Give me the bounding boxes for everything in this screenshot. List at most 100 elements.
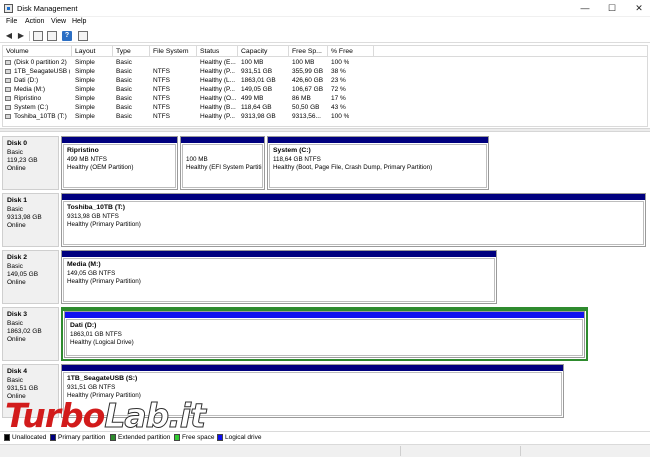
volume-row[interactable]: System (C:) Simple Basic NTFS Healthy (B…: [3, 103, 647, 112]
disk-info[interactable]: Disk 1 Basic 9313,98 GB Online: [2, 193, 59, 247]
cell-type: Basic: [116, 59, 132, 66]
partition-ripristino[interactable]: Ripristino 499 MB NTFS Healthy (OEM Part…: [61, 136, 178, 190]
toolbar-separator: [29, 31, 30, 41]
help-icon[interactable]: ?: [62, 31, 72, 41]
cell-capacity: 9313,98 GB: [241, 113, 276, 120]
column-divider[interactable]: [327, 46, 328, 57]
cell-capacity: 931,51 GB: [241, 68, 273, 75]
cell-volume: 1TB_SeagateUSB (...: [14, 68, 70, 75]
cell-layout: Simple: [75, 86, 95, 93]
cell-free-space: 106,67 GB: [292, 86, 324, 93]
cell-type: Basic: [116, 95, 132, 102]
disk-type: Basic: [7, 320, 23, 327]
cell-free-space: 355,99 GB: [292, 68, 324, 75]
menu-action[interactable]: Action: [25, 18, 44, 25]
partition-efi[interactable]: 100 MB Healthy (EFI System Partition): [180, 136, 265, 190]
volume-row[interactable]: Media (M:) Simple Basic NTFS Healthy (P.…: [3, 85, 647, 94]
column-divider[interactable]: [373, 46, 374, 57]
disk-type: Basic: [7, 263, 23, 270]
partition-body: Ripristino 499 MB NTFS Healthy (OEM Part…: [63, 144, 176, 188]
cell-percent-free: 100 %: [331, 59, 350, 66]
cell-status: Healthy (L...: [200, 77, 236, 84]
watermark-part1: Turbo: [5, 396, 105, 435]
volume-icon: [5, 105, 11, 110]
logical-drive-dati[interactable]: Dati (D:) 1863,01 GB NTFS Healthy (Logic…: [64, 311, 585, 358]
legend-swatch: [50, 434, 56, 441]
primary-partition-bar: [62, 194, 645, 200]
cell-file-system: NTFS: [153, 104, 170, 111]
primary-partition-bar: [62, 251, 496, 257]
menu-view[interactable]: View: [51, 18, 66, 25]
disk-status: Online: [7, 336, 26, 343]
disk-size: 9313,98 GB: [7, 214, 42, 221]
partition-size: 149,05 GB NTFS: [67, 270, 116, 277]
volume-row[interactable]: (Disk 0 partition 2) Simple Basic Health…: [3, 58, 647, 67]
disk-size: 119,23 GB: [7, 157, 38, 164]
back-arrow-icon[interactable]: ◀: [4, 31, 14, 41]
disk-row: Disk 2 Basic 149,05 GB Online Media (M:)…: [2, 250, 648, 304]
disk-row: Disk 3 Basic 1863,02 GB Online Dati (D:)…: [2, 307, 648, 361]
column-divider[interactable]: [196, 46, 197, 57]
cell-type: Basic: [116, 86, 132, 93]
cell-volume: Toshiba_10TB (T:): [14, 113, 67, 120]
partition-media[interactable]: Media (M:) 149,05 GB NTFS Healthy (Prima…: [61, 250, 497, 304]
properties-icon[interactable]: [47, 31, 57, 41]
column-divider[interactable]: [112, 46, 113, 57]
legend-swatch: [4, 434, 10, 441]
menu-file[interactable]: File: [6, 18, 17, 25]
col-layout[interactable]: Layout: [75, 48, 95, 55]
col-type[interactable]: Type: [116, 48, 131, 55]
cell-layout: Simple: [75, 77, 95, 84]
menu-help[interactable]: Help: [72, 18, 86, 25]
partition-toshiba[interactable]: Toshiba_10TB (T:) 9313,98 GB NTFS Health…: [61, 193, 646, 247]
disk-size: 1863,02 GB: [7, 328, 42, 335]
legend-label: Logical drive: [225, 434, 262, 441]
col-status[interactable]: Status: [200, 48, 219, 55]
col-capacity[interactable]: Capacity: [241, 48, 267, 55]
col-file-system[interactable]: File System: [153, 48, 189, 55]
partition-size: 1863,01 GB NTFS: [70, 331, 122, 338]
cell-percent-free: 100 %: [331, 113, 350, 120]
show-hide-icon[interactable]: [78, 31, 88, 41]
disk-info[interactable]: Disk 3 Basic 1863,02 GB Online: [2, 307, 59, 361]
volume-row[interactable]: Ripristino Simple Basic NTFS Healthy (O.…: [3, 94, 647, 103]
forward-arrow-icon[interactable]: ▶: [16, 31, 26, 41]
cell-volume: System (C:): [14, 104, 49, 111]
volume-row[interactable]: 1TB_SeagateUSB (... Simple Basic NTFS He…: [3, 67, 647, 76]
title-bar: Disk Management — ☐ ✕: [0, 0, 650, 17]
toolbar: ◀ ▶ ?: [0, 29, 650, 43]
legend-label: Unallocated: [12, 434, 47, 441]
column-divider[interactable]: [237, 46, 238, 57]
cell-free-space: 426,60 GB: [292, 77, 324, 84]
legend-label: Free space: [182, 434, 215, 441]
disk-info[interactable]: Disk 0 Basic 119,23 GB Online: [2, 136, 59, 190]
column-divider[interactable]: [149, 46, 150, 57]
turbolab-watermark-logo: TurboLab.it: [5, 396, 206, 436]
minimize-button[interactable]: —: [570, 0, 600, 17]
disk-info[interactable]: Disk 2 Basic 149,05 GB Online: [2, 250, 59, 304]
partition-name: Media (M:): [67, 261, 101, 268]
col-free-space[interactable]: Free Sp...: [292, 48, 322, 55]
partition-extended[interactable]: Dati (D:) 1863,01 GB NTFS Healthy (Logic…: [61, 307, 588, 361]
legend-swatch: [217, 434, 223, 441]
volume-row[interactable]: Dati (D:) Simple Basic NTFS Healthy (L..…: [3, 76, 647, 85]
close-button[interactable]: ✕: [624, 0, 650, 17]
column-divider[interactable]: [71, 46, 72, 57]
col-volume[interactable]: Volume: [6, 48, 29, 55]
cell-capacity: 149,05 GB: [241, 86, 273, 93]
partition-size: 118,64 GB NTFS: [273, 156, 321, 163]
legend-label: Extended partition: [118, 434, 171, 441]
primary-partition-bar: [268, 137, 488, 143]
col-percent-free[interactable]: % Free: [331, 48, 353, 55]
partition-body: Toshiba_10TB (T:) 9313,98 GB NTFS Health…: [63, 201, 644, 245]
partition-size: 9313,98 GB NTFS: [67, 213, 119, 220]
maximize-button[interactable]: ☐: [597, 0, 627, 17]
column-divider[interactable]: [288, 46, 289, 57]
disk-graphical-view: Disk 0 Basic 119,23 GB Online Ripristino…: [2, 132, 648, 430]
disk-status: Online: [7, 222, 26, 229]
volume-list-header: Volume Layout Type File System Status Ca…: [3, 46, 647, 57]
volume-icon: [5, 87, 11, 92]
console-tree-icon[interactable]: [33, 31, 43, 41]
partition-system[interactable]: System (C:) 118,64 GB NTFS Healthy (Boot…: [267, 136, 489, 190]
volume-row[interactable]: Toshiba_10TB (T:) Simple Basic NTFS Heal…: [3, 112, 647, 121]
